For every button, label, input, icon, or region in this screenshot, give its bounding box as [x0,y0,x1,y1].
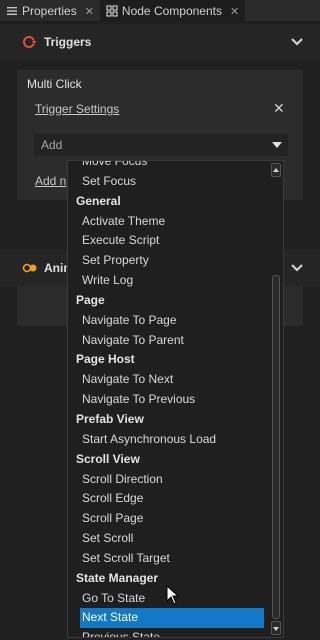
tab-properties[interactable]: Properties ✕ [0,0,100,22]
dropdown-option-set-focus[interactable]: Set Focus [68,172,273,192]
dropdown-option-next-state[interactable]: Next State [80,608,264,629]
scrollbar-thumb[interactable] [272,275,280,619]
dropdown-group-page-host: Page Host [76,352,135,367]
dropdown-option-move-focus[interactable]: Move Focus [68,161,273,172]
wrench-icon [7,7,17,15]
dropdown-group-scroll-view: Scroll View [76,451,140,466]
dropdown-option-navigate-to-page[interactable]: Navigate To Page [68,311,273,331]
trigger-title: Multi Click [27,77,82,91]
caret-down-icon [272,142,282,148]
dropdown-option-start-asynchronous-load[interactable]: Start Asynchronous Load [68,430,273,450]
dropdown-option-navigate-to-parent[interactable]: Navigate To Parent [68,331,273,351]
tab-node-components-close-icon[interactable]: ✕ [230,5,239,18]
action-dropdown-list[interactable]: Move Focus Set Focus General Activate Theme… [67,160,284,638]
dropdown-option-navigate-to-next[interactable]: Navigate To Next [68,370,273,390]
dropdown-option-set-scroll[interactable]: Set Scroll [68,529,273,549]
add-action-select[interactable]: Add [34,134,288,156]
chevron-down-icon[interactable] [290,35,304,49]
dropdown-option-execute-script[interactable]: Execute Script [68,231,273,251]
dropdown-option-activate-theme[interactable]: Activate Theme [68,212,273,232]
dropdown-scrollbar[interactable] [271,163,281,635]
dropdown-group-prefab-view: Prefab View [76,411,144,426]
dropdown-option-set-scroll-target[interactable]: Set Scroll Target [68,549,273,569]
dropdown-group-general: General [76,193,121,208]
dropdown-option-previous-state[interactable]: Previous State [68,628,273,637]
tab-properties-label: Properties [22,4,77,18]
mouse-cursor-icon [166,585,180,605]
scroll-down-button[interactable] [271,621,281,635]
chevron-down-icon[interactable] [290,261,304,275]
dropdown-options: Move Focus Set Focus General Activate Theme… [68,161,273,637]
add-action-select-value: Add [41,138,63,152]
triggers-section-title: Triggers [44,35,92,49]
animation-icon [22,263,37,273]
dropdown-option-scroll-page[interactable]: Scroll Page [68,509,273,529]
arrow-down-icon [273,627,279,631]
dropdown-option-scroll-edge[interactable]: Scroll Edge [68,489,273,509]
dropdown-option-set-property[interactable]: Set Property [68,251,273,271]
dropdown-option-navigate-to-previous[interactable]: Navigate To Previous [68,390,273,410]
triggers-section-header[interactable]: Triggers [0,24,320,60]
trigger-settings-link[interactable]: Trigger Settings [35,102,119,116]
add-link[interactable]: Add n [35,174,66,188]
scroll-up-button[interactable] [271,163,281,177]
tab-properties-close-icon[interactable]: ✕ [85,5,94,18]
dropdown-group-page: Page [76,292,105,307]
dropdown-option-write-log[interactable]: Write Log [68,271,273,291]
panel-tab-bar: Properties ✕ Node Components ✕ [0,0,320,22]
components-icon [106,5,118,17]
trigger-icon [23,36,37,48]
dropdown-option-scroll-direction[interactable]: Scroll Direction [68,470,273,490]
arrow-up-icon [273,168,279,172]
remove-trigger-close-icon[interactable]: ✕ [273,100,285,117]
tab-node-components[interactable]: Node Components ✕ [99,0,246,22]
tab-node-components-label: Node Components [121,4,222,18]
